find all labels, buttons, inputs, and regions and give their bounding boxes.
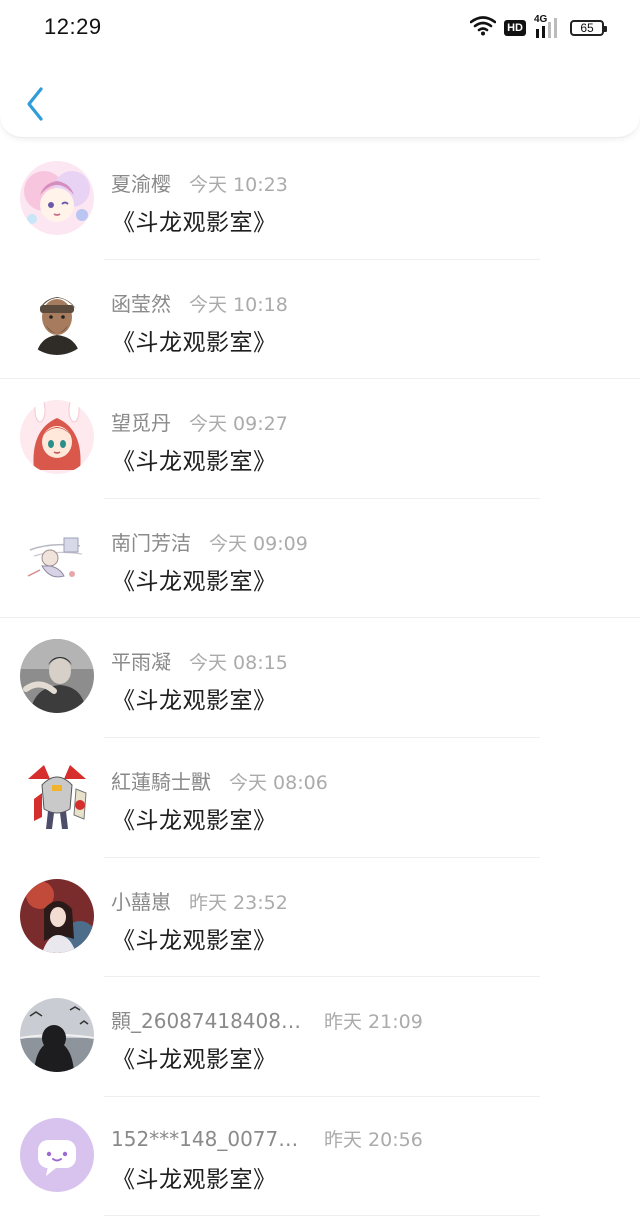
message-title: 《斗龙观影室》 — [112, 688, 277, 715]
message-time: 今天 09:09 — [209, 532, 308, 555]
status-icons: HD 4G 65 — [469, 14, 607, 40]
message-title: 《斗龙观影室》 — [112, 449, 277, 476]
message-time: 今天 10:23 — [189, 174, 288, 196]
sender-name: 函莹然 — [111, 291, 171, 316]
sender-line: 平雨凝 今天 08:15 — [111, 646, 288, 675]
message-time: 昨天 23:52 — [189, 891, 288, 914]
message-title: 《斗龙观影室》 — [112, 1166, 277, 1193]
list-item[interactable]: 夏渝樱 今天 10:23 《斗龙观影室》 — [0, 140, 640, 260]
list-item[interactable]: 平雨凝 今天 08:15 《斗龙观影室》 — [0, 618, 640, 738]
sender-line: 顥_260874184082... 昨天 21:09 — [111, 1005, 423, 1034]
status-bar: 12:29 HD 4G 65 — [0, 0, 640, 56]
avatar[interactable] — [20, 280, 94, 355]
sender-line: 南门芳洁 今天 09:09 — [111, 527, 308, 556]
sender-line: 函莹然 今天 10:18 — [111, 288, 288, 317]
avatar[interactable] — [20, 519, 94, 594]
message-time: 今天 10:18 — [189, 293, 288, 316]
message-title: 《斗龙观影室》 — [112, 927, 277, 954]
sender-name: 平雨凝 — [111, 650, 171, 675]
message-time: 今天 08:06 — [229, 771, 328, 794]
list-item[interactable]: 顥_260874184082... 昨天 21:09 《斗龙观影室》 — [0, 977, 640, 1097]
sender-name: 南门芳洁 — [111, 530, 191, 555]
message-title: 《斗龙观影室》 — [112, 1047, 277, 1074]
sender-line: 望觅丹 今天 09:27 — [111, 407, 288, 436]
avatar[interactable] — [20, 1117, 94, 1192]
avatar[interactable] — [20, 878, 94, 953]
message-title: 《斗龙观影室》 — [112, 210, 277, 236]
top-bar: 12:29 HD 4G 65 — [0, 0, 640, 138]
sender-name: 顥_260874184082... — [111, 1009, 306, 1034]
message-list: 夏渝樱 今天 10:23 《斗龙观影室》 函莹然 今天 10:18 《斗龙观影室… — [0, 140, 640, 1217]
sender-line: 夏渝樱 今天 10:23 — [111, 168, 288, 197]
list-item[interactable]: 紅蓮騎士獸 今天 08:06 《斗龙观影室》 — [0, 738, 640, 858]
message-time: 今天 08:15 — [189, 652, 288, 675]
avatar[interactable] — [20, 639, 94, 714]
avatar[interactable] — [20, 758, 94, 833]
message-time: 昨天 20:56 — [324, 1128, 423, 1151]
sender-name: 望觅丹 — [111, 411, 171, 436]
sender-name: 紅蓮騎士獸 — [111, 769, 211, 794]
message-title: 《斗龙观影室》 — [112, 329, 277, 356]
battery-indicator: 65 — [570, 20, 607, 36]
message-time: 昨天 21:09 — [324, 1011, 423, 1034]
status-time: 12:29 — [44, 14, 102, 39]
sender-name: 小囍崽 — [111, 889, 171, 914]
list-item[interactable]: 南门芳洁 今天 09:09 《斗龙观影室》 — [0, 499, 640, 619]
sender-line: 紅蓮騎士獸 今天 08:06 — [111, 766, 328, 795]
list-item[interactable]: 小囍崽 昨天 23:52 《斗龙观影室》 — [0, 858, 640, 978]
sender-name: 152***148_00776... — [111, 1126, 306, 1151]
avatar[interactable] — [20, 161, 94, 235]
message-title: 《斗龙观影室》 — [112, 568, 277, 595]
signal-icon: 4G — [534, 14, 562, 39]
back-button[interactable] — [20, 84, 50, 124]
chevron-left-icon — [27, 87, 43, 121]
list-item[interactable]: 152***148_00776... 昨天 20:56 《斗龙观影室》 — [0, 1097, 640, 1217]
list-item[interactable]: 函莹然 今天 10:18 《斗龙观影室》 — [0, 260, 640, 380]
divider — [104, 1215, 540, 1217]
wifi-icon — [469, 16, 497, 40]
hd-badge: HD — [504, 20, 526, 36]
sender-name: 夏渝樱 — [111, 172, 171, 196]
message-time: 今天 09:27 — [189, 413, 288, 436]
sender-line: 小囍崽 昨天 23:52 — [111, 886, 288, 915]
avatar[interactable] — [20, 998, 94, 1073]
list-item[interactable]: 望觅丹 今天 09:27 《斗龙观影室》 — [0, 379, 640, 499]
avatar[interactable] — [20, 400, 94, 475]
message-title: 《斗龙观影室》 — [112, 807, 277, 834]
sender-line: 152***148_00776... 昨天 20:56 — [111, 1125, 423, 1152]
